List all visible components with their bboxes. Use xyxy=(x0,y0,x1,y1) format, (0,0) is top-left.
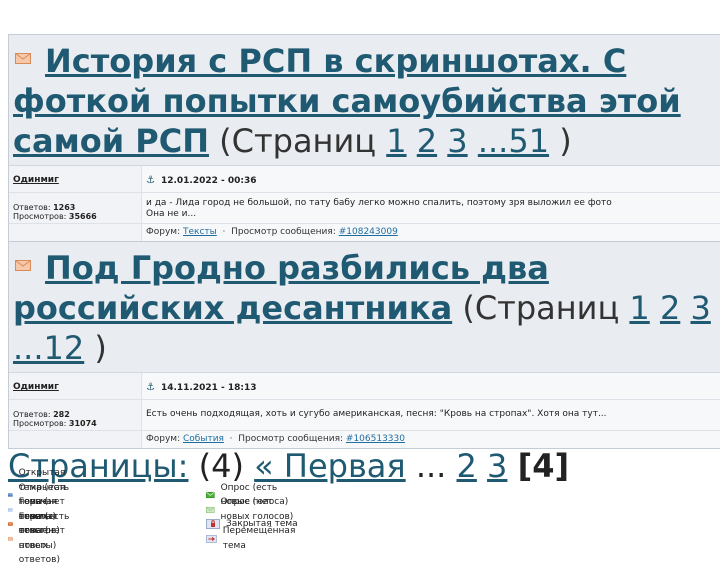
envelope-hot-icon xyxy=(8,537,13,541)
anchor-icon[interactable]: ⚓ xyxy=(146,175,155,186)
page-2-link[interactable]: 2 xyxy=(457,447,477,485)
envelope-open-icon xyxy=(8,508,13,512)
page-link[interactable]: ...51 xyxy=(478,122,549,160)
forum-link[interactable]: События xyxy=(183,434,224,444)
snippet-line: Есть очень подходящая, хоть и сугубо аме… xyxy=(146,409,607,419)
replies-count: 282 xyxy=(53,410,70,419)
page-count: (4) xyxy=(198,447,244,485)
pages-close: ) xyxy=(559,122,572,160)
views-count: 35666 xyxy=(68,212,97,221)
topic-card: История с РСП в скриншотах. С фоткой поп… xyxy=(8,34,720,242)
pages-close: ) xyxy=(94,329,107,367)
views-count: 31074 xyxy=(68,419,97,428)
envelope-hot-icon xyxy=(15,260,31,271)
topic-header: История с РСП в скриншотах. С фоткой поп… xyxy=(9,35,720,166)
pages-open: (Страниц xyxy=(219,122,377,160)
post-date: 14.11.2021 - 18:13 xyxy=(160,383,257,393)
snippet-line: и да - Лида город не большой, по тату ба… xyxy=(146,198,612,208)
topic-card: Под Гродно разбились два российских деса… xyxy=(8,241,720,449)
views-label: Просмотров: xyxy=(13,212,67,221)
page-link[interactable]: 3 xyxy=(690,289,710,327)
replies-label: Ответов: xyxy=(13,203,51,212)
first-page-link[interactable]: « Первая xyxy=(254,447,406,485)
legend-item: Перемещённая тема xyxy=(206,526,299,551)
message-link[interactable]: #108243009 xyxy=(339,227,398,237)
view-message-label: Просмотр сообщения: xyxy=(238,434,344,444)
forum-label: Форум: xyxy=(146,227,181,237)
message-link[interactable]: #106513330 xyxy=(346,434,405,444)
legend-label: Перемещённая тема xyxy=(222,526,296,551)
current-page: [4] xyxy=(517,447,570,485)
pagination-ellipsis: ... xyxy=(415,447,447,485)
page-link[interactable]: 2 xyxy=(417,122,437,160)
legend-label: Горячая тема (нет новых ответов) xyxy=(18,511,65,566)
topic-stats: Ответов: 282 Просмотров: 31074 xyxy=(9,400,142,430)
topic-stats: Ответов: 1263 Просмотров: 35666 xyxy=(9,193,142,223)
replies-label: Ответов: xyxy=(13,410,51,419)
page-link[interactable]: 2 xyxy=(660,289,680,327)
envelope-hot-icon xyxy=(15,53,31,64)
forum-label: Форум: xyxy=(146,434,181,444)
poll-icon xyxy=(206,506,215,513)
topic-pages: (Страниц 1 2 3 ...51 ) xyxy=(219,122,572,160)
anchor-icon[interactable]: ⚓ xyxy=(146,382,155,393)
forum-link[interactable]: Тексты xyxy=(183,227,217,237)
legend-item: Опрос (нет новых голосов) xyxy=(206,497,299,522)
legend-item: Горячая тема (нет новых ответов) xyxy=(8,512,75,565)
lock-icon xyxy=(206,519,220,530)
moved-icon xyxy=(206,534,217,543)
post-snippet: Есть очень подходящая, хоть и сугубо аме… xyxy=(142,400,720,430)
view-message-label: Просмотр сообщения: xyxy=(231,227,336,237)
poll-new-icon xyxy=(206,492,215,499)
page-link[interactable]: ...12 xyxy=(13,329,84,367)
page-3-link[interactable]: 3 xyxy=(487,447,507,485)
envelope-hot-new-icon xyxy=(8,522,13,526)
post-snippet: и да - Лида город не большой, по тату ба… xyxy=(142,193,720,223)
replies-count: 1263 xyxy=(53,203,76,212)
snippet-line: Она не и... xyxy=(146,209,197,219)
author-link[interactable]: Одинмиг xyxy=(13,382,59,392)
pages-open: (Страниц xyxy=(462,289,620,327)
page-link[interactable]: 1 xyxy=(629,289,649,327)
envelope-open-new-icon xyxy=(8,493,13,497)
post-date: 12.01.2022 - 00:36 xyxy=(160,176,257,186)
author-link[interactable]: Одинмиг xyxy=(13,175,59,185)
page-link[interactable]: 1 xyxy=(386,122,406,160)
views-label: Просмотров: xyxy=(13,419,67,428)
post-footer: Форум: Тексты · Просмотр сообщения: #108… xyxy=(142,224,720,241)
page-link[interactable]: 3 xyxy=(447,122,467,160)
topic-header: Под Гродно разбились два российских деса… xyxy=(9,242,720,373)
